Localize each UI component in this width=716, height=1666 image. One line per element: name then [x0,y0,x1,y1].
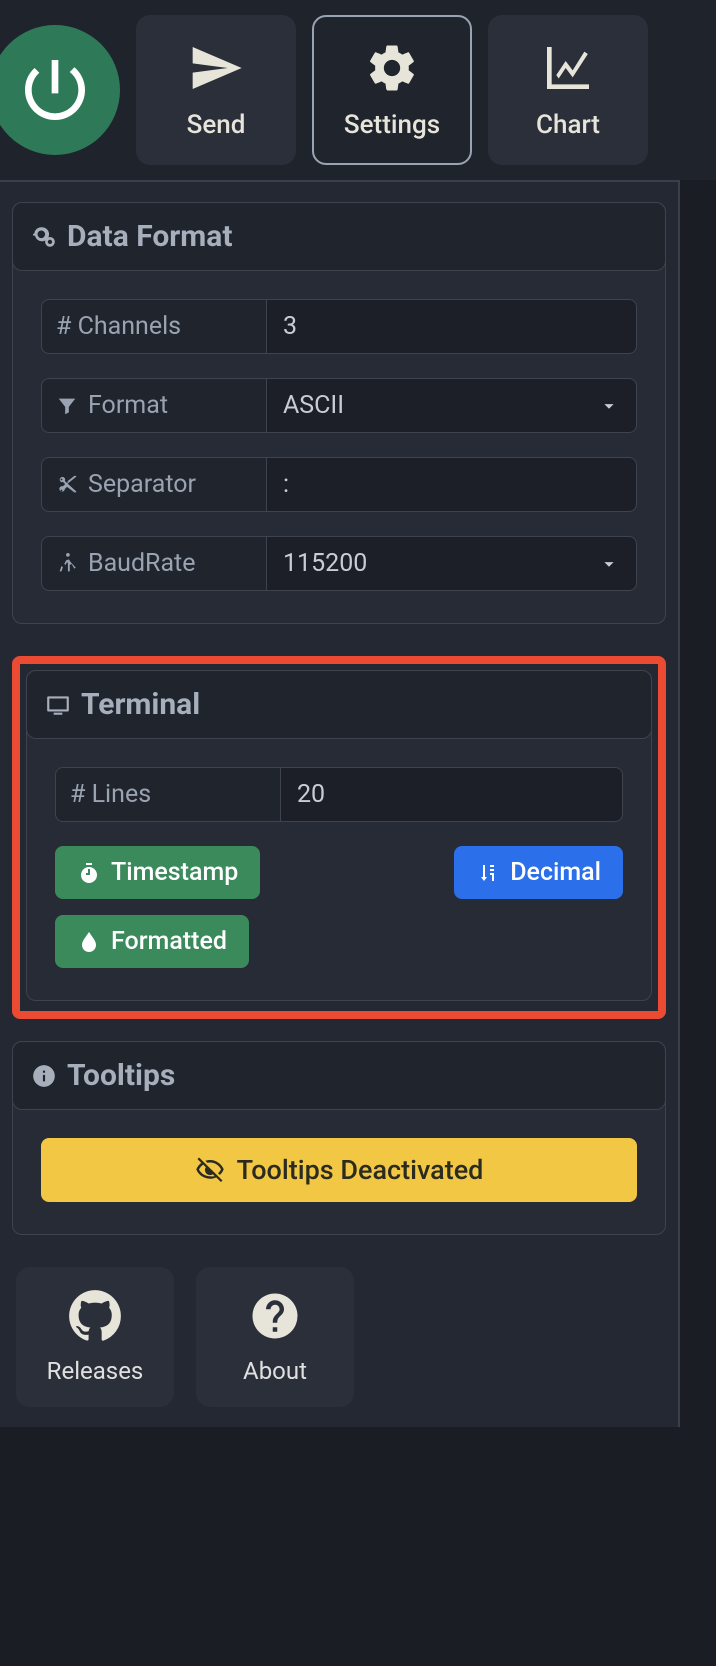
running-icon [56,553,78,575]
separator-row: Separator : [41,457,637,512]
channels-input[interactable]: 3 [266,299,637,354]
terminal-buttons-row1: Timestamp Decimal [55,846,623,899]
eye-off-icon [195,1155,225,1185]
releases-label: Releases [47,1357,144,1385]
baud-label: BaudRate [41,536,266,591]
tooltips-title: Tooltips [67,1058,175,1093]
footer-nav: Releases About [12,1267,666,1407]
nav-send[interactable]: Send [136,15,296,165]
github-icon [68,1289,122,1343]
timestamp-button[interactable]: Timestamp [55,846,260,899]
format-select[interactable]: ASCII [266,378,637,433]
power-icon [15,50,95,130]
nav-send-label: Send [187,110,246,140]
terminal-highlight: Terminal # Lines 20 Timestamp [12,656,666,1019]
separator-label: Separator [41,457,266,512]
chart-icon [540,40,596,96]
nav-settings-label: Settings [344,110,440,140]
gear-icon [364,40,420,96]
format-label: Format [41,378,266,433]
data-format-title: Data Format [67,219,232,254]
data-format-header: Data Format [12,202,666,271]
formatted-button[interactable]: Formatted [55,915,249,968]
drop-icon [77,930,101,954]
terminal-header: Terminal [26,670,652,739]
app-logo [0,25,120,155]
separator-input[interactable]: : [266,457,637,512]
releases-button[interactable]: Releases [16,1267,174,1407]
baud-select[interactable]: 115200 [266,536,637,591]
decimal-button[interactable]: Decimal [454,846,623,899]
nav-chart-label: Chart [536,110,600,140]
gears-icon [31,224,57,250]
tooltips-card: Tooltips Tooltips Deactivated [12,1041,666,1235]
data-format-card: Data Format # Channels 3 Format ASCII [12,202,666,624]
send-icon [188,40,244,96]
monitor-icon [45,692,71,718]
channels-label: # Channels [41,299,266,354]
tooltips-header: Tooltips [12,1041,666,1110]
baud-row: BaudRate 115200 [41,536,637,591]
settings-content: Data Format # Channels 3 Format ASCII [0,180,680,1427]
chevron-down-icon [598,395,620,417]
terminal-card: Terminal # Lines 20 Timestamp [26,670,652,1001]
lines-label: # Lines [55,767,280,822]
format-row: Format ASCII [41,378,637,433]
info-icon [31,1063,57,1089]
about-button[interactable]: About [196,1267,354,1407]
scissors-icon [56,474,78,496]
filter-icon [56,395,78,417]
nav-chart[interactable]: Chart [488,15,648,165]
about-label: About [243,1357,307,1385]
terminal-title: Terminal [81,687,200,722]
lines-row: # Lines 20 [55,767,623,822]
nav-settings[interactable]: Settings [312,15,472,165]
tooltips-toggle-button[interactable]: Tooltips Deactivated [41,1138,637,1202]
terminal-buttons-row2: Formatted [55,915,623,968]
lines-input[interactable]: 20 [280,767,623,822]
chevron-down-icon [598,553,620,575]
channels-row: # Channels 3 [41,299,637,354]
sort-numeric-icon [476,861,500,885]
top-nav: Send Settings Chart [0,0,716,180]
question-icon [248,1289,302,1343]
stopwatch-icon [77,861,101,885]
